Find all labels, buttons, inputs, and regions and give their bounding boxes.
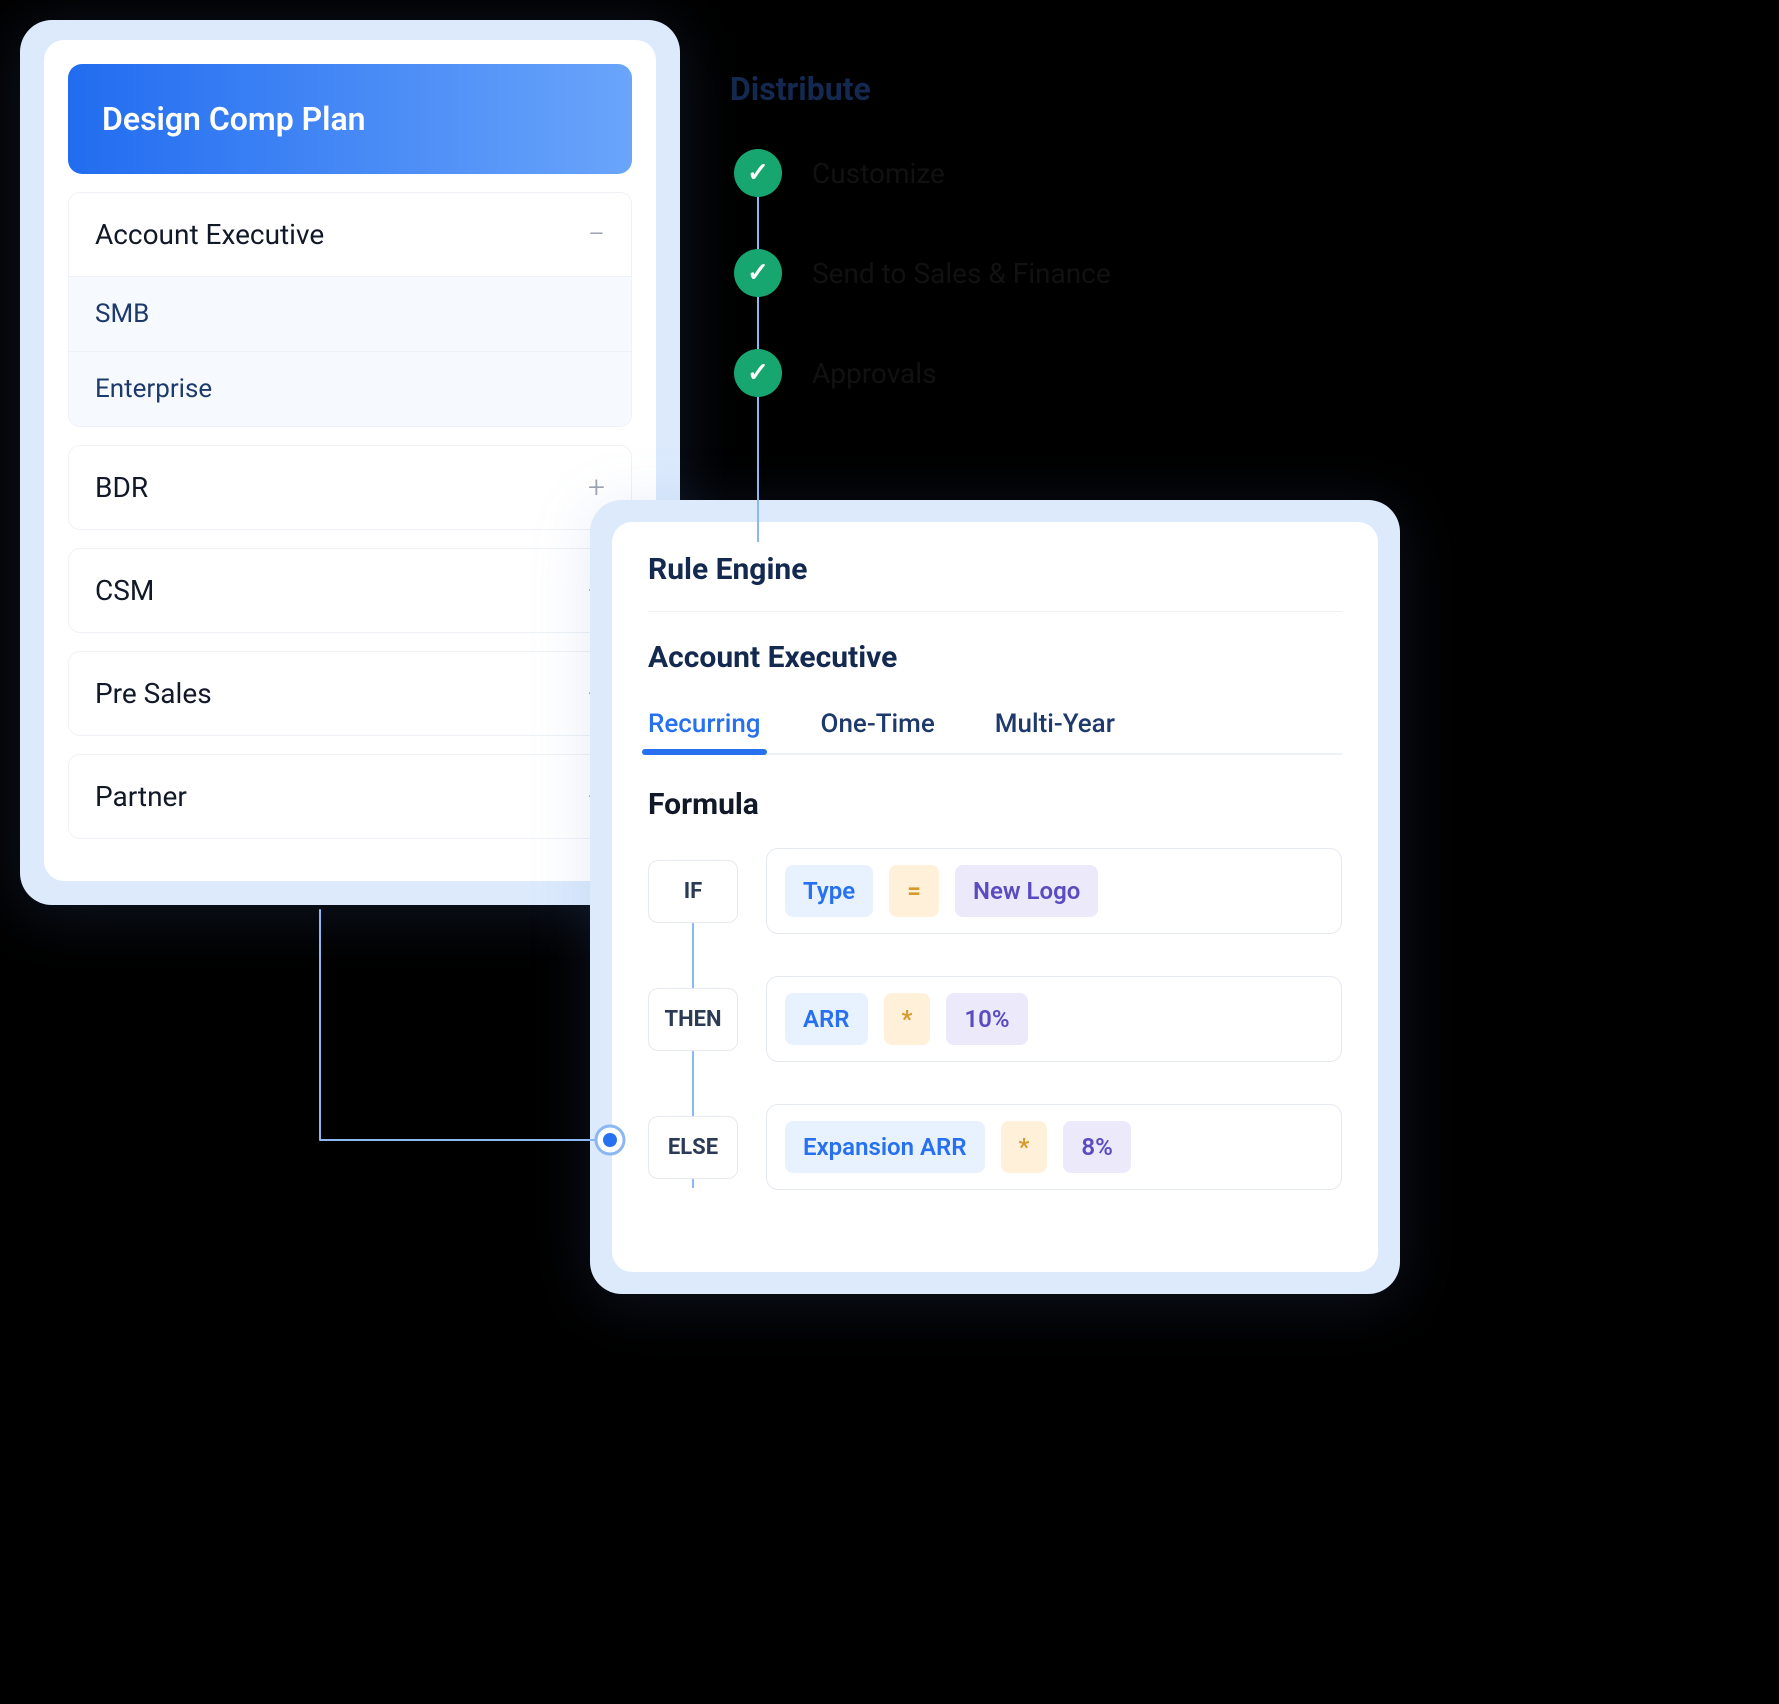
minus-icon: − xyxy=(588,217,605,252)
acc-group-partner: Partner + xyxy=(68,754,632,839)
check-icon: ✓ xyxy=(734,149,782,197)
chip-field[interactable]: Type xyxy=(785,865,873,917)
acc-header-csm[interactable]: CSM + xyxy=(69,549,631,632)
tab-one-time[interactable]: One-Time xyxy=(821,695,935,753)
chip-value[interactable]: 10% xyxy=(946,993,1027,1045)
step-customize: ✓ Customize xyxy=(734,138,1430,208)
chip-field[interactable]: ARR xyxy=(785,993,868,1045)
chip-value[interactable]: 8% xyxy=(1063,1121,1130,1173)
acc-header-partner[interactable]: Partner + xyxy=(69,755,631,838)
tab-recurring[interactable]: Recurring xyxy=(648,695,761,753)
rule-tabs: Recurring One-Time Multi-Year xyxy=(648,695,1342,755)
acc-group-account-executive: Account Executive − SMB Enterprise xyxy=(68,192,632,427)
step-label: Approvals xyxy=(812,357,937,390)
step-send: ✓ Send to Sales & Finance xyxy=(734,238,1430,308)
acc-header-account-executive[interactable]: Account Executive − xyxy=(69,193,631,276)
acc-label: Partner xyxy=(95,780,187,813)
formula-row-if: IF Type = New Logo xyxy=(648,848,1342,934)
sub-item-enterprise[interactable]: Enterprise xyxy=(69,351,631,426)
check-icon: ✓ xyxy=(734,249,782,297)
acc-label: Pre Sales xyxy=(95,677,212,710)
acc-group-bdr: BDR + xyxy=(68,445,632,530)
design-comp-plan-inner: Design Comp Plan Account Executive − SMB… xyxy=(44,40,656,881)
sub-item-smb[interactable]: SMB xyxy=(69,276,631,351)
formula-title: Formula xyxy=(648,787,1342,822)
formula-rows: IF Type = New Logo THEN ARR * 10% ELSE xyxy=(648,848,1342,1190)
keyword-then: THEN xyxy=(648,988,738,1051)
rule-engine-subtitle: Account Executive xyxy=(648,612,1342,695)
formula-row-then: THEN ARR * 10% xyxy=(648,976,1342,1062)
rule-engine-title: Rule Engine xyxy=(648,552,1342,612)
step-label: Send to Sales & Finance xyxy=(812,257,1111,290)
acc-group-pre-sales: Pre Sales + xyxy=(68,651,632,736)
step-label: Customize xyxy=(812,157,945,190)
chip-operator[interactable]: = xyxy=(889,865,939,917)
step-approvals: ✓ Approvals xyxy=(734,338,1430,408)
plus-icon: + xyxy=(588,470,605,505)
acc-header-bdr[interactable]: BDR + xyxy=(69,446,631,529)
chip-operator[interactable]: * xyxy=(884,993,931,1045)
expression-else[interactable]: Expansion ARR * 8% xyxy=(766,1104,1342,1190)
acc-header-pre-sales[interactable]: Pre Sales + xyxy=(69,652,631,735)
acc-group-csm: CSM + xyxy=(68,548,632,633)
rule-engine-card: Rule Engine Account Executive Recurring … xyxy=(590,500,1400,1294)
expression-if[interactable]: Type = New Logo xyxy=(766,848,1342,934)
design-comp-plan-card: Design Comp Plan Account Executive − SMB… xyxy=(20,20,680,905)
rule-engine-inner: Rule Engine Account Executive Recurring … xyxy=(612,522,1378,1272)
distribute-title: Distribute xyxy=(730,70,1430,108)
check-icon: ✓ xyxy=(734,349,782,397)
keyword-if: IF xyxy=(648,860,738,923)
expression-then[interactable]: ARR * 10% xyxy=(766,976,1342,1062)
distribute-section: Distribute ✓ Customize ✓ Send to Sales &… xyxy=(730,70,1430,438)
chip-field[interactable]: Expansion ARR xyxy=(785,1121,985,1173)
acc-label: Account Executive xyxy=(95,218,324,251)
design-comp-plan-title: Design Comp Plan xyxy=(68,64,632,174)
formula-row-else: ELSE Expansion ARR * 8% xyxy=(648,1104,1342,1190)
keyword-else: ELSE xyxy=(648,1116,738,1179)
tab-multi-year[interactable]: Multi-Year xyxy=(995,695,1115,753)
chip-value[interactable]: New Logo xyxy=(955,865,1098,917)
distribute-steps: ✓ Customize ✓ Send to Sales & Finance ✓ … xyxy=(734,138,1430,408)
acc-label: BDR xyxy=(95,471,148,504)
acc-label: CSM xyxy=(95,574,154,607)
chip-operator[interactable]: * xyxy=(1001,1121,1048,1173)
